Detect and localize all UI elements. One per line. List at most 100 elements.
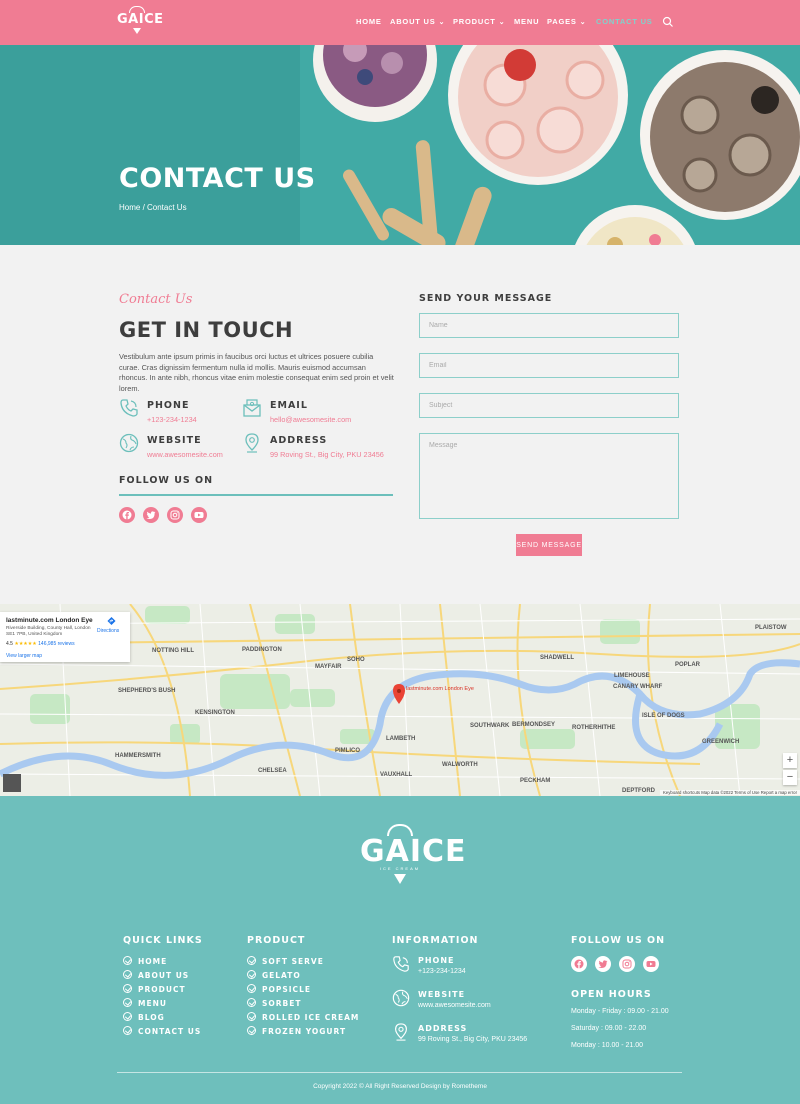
email-input[interactable] <box>419 353 679 378</box>
send-message-button[interactable]: SEND MESSAGE <box>516 534 582 556</box>
logo-cone-icon <box>133 28 141 34</box>
footer-link-contact-us[interactable]: CONTACT US <box>123 1026 201 1036</box>
check-circle-icon <box>123 956 132 965</box>
map-attribution[interactable]: Keyboard shortcuts Map data ©2022 Terms … <box>660 790 800 795</box>
map-label: LIMEHOUSE <box>614 673 650 679</box>
map-label: PADDINGTON <box>242 647 282 653</box>
check-circle-icon <box>123 1026 132 1035</box>
footer-product-link[interactable]: ROLLED ICE CREAM <box>247 1012 359 1022</box>
footer-twitter-button[interactable] <box>595 956 611 972</box>
youtube-icon <box>646 961 656 967</box>
subject-input[interactable] <box>419 393 679 418</box>
nav-about-us[interactable]: ABOUT US ⌄ <box>390 17 445 26</box>
website-label: WEBSITE <box>147 435 202 446</box>
phone-icon <box>393 956 409 972</box>
street-view-thumbnail[interactable] <box>3 774 21 792</box>
send-message-title: SEND YOUR MESSAGE <box>419 293 553 304</box>
footer-product-link[interactable]: FROZEN YOGURT <box>247 1026 346 1036</box>
product-title: PRODUCT <box>247 935 306 946</box>
footer-product-link[interactable]: SORBET <box>247 998 302 1008</box>
address-label: ADDRESS <box>270 435 328 446</box>
footer-product-link[interactable]: GELATO <box>247 970 301 980</box>
top-navbar: GAICE HOME ABOUT US ⌄ PRODUCT ⌄ MENU PAGES… <box>0 0 800 45</box>
footer-link-blog[interactable]: BLOG <box>123 1012 165 1022</box>
footer-link-home[interactable]: HOME <box>123 956 167 966</box>
logo-cone-icon <box>394 874 406 884</box>
site-footer: GAICE ICE CREAM QUICK LINKS HOME ABOUT U… <box>0 796 800 1104</box>
search-icon[interactable] <box>662 16 674 28</box>
hours-monday: Monday : 10.00 - 21.00 <box>571 1042 643 1049</box>
location-pin-icon <box>395 1023 407 1041</box>
breadcrumb[interactable]: Home / Contact Us <box>119 203 187 212</box>
instagram-icon <box>170 510 180 520</box>
view-larger-map-link[interactable]: View larger map <box>6 653 42 659</box>
rating-stars-icon: ★★★★★ <box>14 641 37 647</box>
footer-product-label: FROZEN YOGURT <box>262 1027 347 1036</box>
map-label: BERMONDSEY <box>512 722 555 728</box>
directions-link[interactable]: Directions <box>97 628 119 634</box>
footer-product-link[interactable]: POPSICLE <box>247 984 311 994</box>
footer-website-value[interactable]: www.awesomesite.com <box>418 1002 491 1009</box>
directions-icon[interactable] <box>107 616 116 626</box>
map-label: ISLE OF DOGS <box>642 713 685 719</box>
hero-banner: CONTACT US Home / Contact Us <box>0 45 800 245</box>
hours-saturday: Saturday : 09.00 - 22.00 <box>571 1025 647 1032</box>
follow-divider <box>119 494 393 496</box>
check-circle-icon <box>247 998 256 1007</box>
check-circle-icon <box>247 984 256 993</box>
website-value[interactable]: www.awesomesite.com <box>147 450 223 459</box>
footer-instagram-button[interactable] <box>619 956 635 972</box>
phone-value[interactable]: +123-234-1234 <box>147 415 197 424</box>
twitter-button[interactable] <box>143 507 159 523</box>
name-input[interactable] <box>419 313 679 338</box>
instagram-button[interactable] <box>167 507 183 523</box>
map-label: GREENWICH <box>702 739 739 745</box>
map-label: PECKHAM <box>520 778 550 784</box>
email-icon <box>243 399 261 417</box>
footer-address-value: 99 Roving St., Big City, PKU 23456 <box>418 1036 528 1043</box>
check-circle-icon <box>247 1026 256 1035</box>
facebook-button[interactable] <box>119 507 135 523</box>
nav-about-us-label: ABOUT US <box>390 17 436 26</box>
nav-pages[interactable]: PAGES ⌄ <box>547 17 586 26</box>
footer-link-about-us[interactable]: ABOUT US <box>123 970 189 980</box>
footer-divider <box>117 1072 682 1073</box>
footer-phone-value[interactable]: +123-234-1234 <box>418 968 466 975</box>
map-label: SOUTHWARK <box>470 723 510 729</box>
youtube-button[interactable] <box>191 507 207 523</box>
nav-product[interactable]: PRODUCT ⌄ <box>453 17 505 26</box>
zoom-out-button[interactable]: − <box>783 770 797 785</box>
contact-intro-text: Vestibulum ante ipsum primis in faucibus… <box>119 352 394 393</box>
footer-logo[interactable]: GAICE ICE CREAM <box>360 824 466 884</box>
footer-facebook-button[interactable] <box>571 956 587 972</box>
map-label: DEPTFORD <box>622 788 656 794</box>
check-circle-icon <box>123 1012 132 1021</box>
footer-website-label: WEBSITE <box>418 990 466 999</box>
phone-icon <box>120 399 138 417</box>
footer-link-menu[interactable]: MENU <box>123 998 167 1008</box>
chevron-down-icon: ⌄ <box>438 19 446 26</box>
nav-product-label: PRODUCT <box>453 17 496 26</box>
map-label: PIMLICO <box>335 748 360 754</box>
nav-home[interactable]: HOME <box>356 17 382 26</box>
message-textarea[interactable] <box>419 433 679 519</box>
footer-product-link[interactable]: SOFT SERVE <box>247 956 324 966</box>
footer-link-label: CONTACT US <box>138 1027 202 1036</box>
email-value[interactable]: hello@awesomesite.com <box>270 415 351 424</box>
contact-script-title: Contact Us <box>119 292 193 307</box>
map-label: VAUXHALL <box>380 772 413 778</box>
map-label: NOTTING HILL <box>152 648 194 654</box>
google-map[interactable]: NOTTING HILL PADDINGTON MAYFAIR SOHO KEN… <box>0 604 800 796</box>
map-label: KENSINGTON <box>195 710 235 716</box>
nav-menu[interactable]: MENU <box>514 17 539 26</box>
zoom-in-button[interactable]: + <box>783 753 797 768</box>
chevron-down-icon: ⌄ <box>579 19 587 26</box>
facebook-icon <box>574 959 584 969</box>
reviews-link[interactable]: 146,985 reviews <box>38 641 74 647</box>
twitter-icon <box>146 511 156 519</box>
nav-contact-us[interactable]: CONTACT US <box>596 17 653 26</box>
brand-logo[interactable]: GAICE <box>117 6 163 40</box>
footer-link-product[interactable]: PRODUCT <box>123 984 186 994</box>
information-title: INFORMATION <box>392 935 479 946</box>
footer-youtube-button[interactable] <box>643 956 659 972</box>
